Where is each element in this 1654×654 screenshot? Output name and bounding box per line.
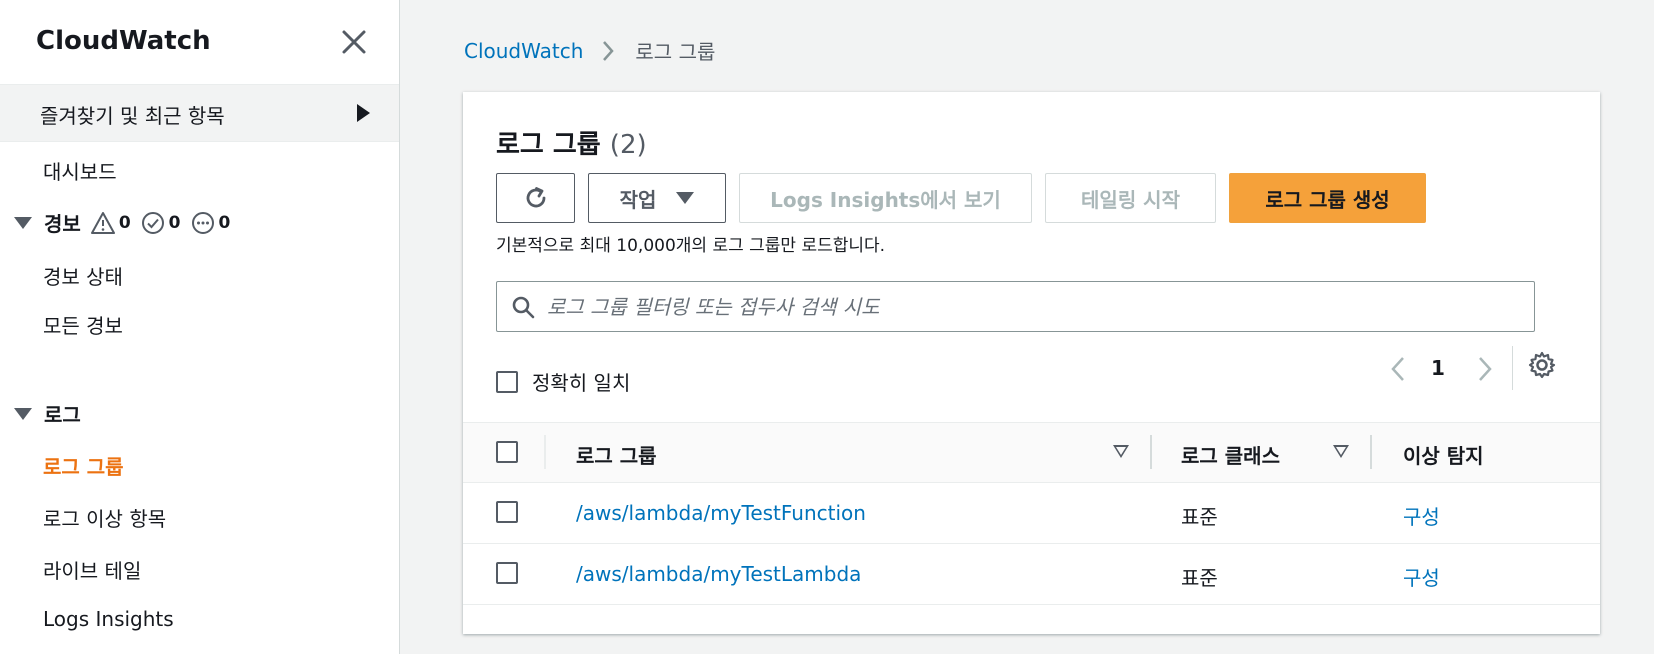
anomaly-configure-link[interactable]: 구성 — [1403, 501, 1440, 530]
table-row: /aws/lambda/myTestFunction 표준 구성 — [463, 483, 1600, 544]
view-in-logs-insights-button[interactable]: Logs Insights에서 보기 — [739, 173, 1032, 223]
alarm-in-alarm-count[interactable]: 0 — [90, 211, 131, 235]
breadcrumb-current: 로그 그룹 — [635, 40, 716, 64]
page-number[interactable]: 1 — [1431, 356, 1445, 380]
search-box — [496, 281, 1535, 332]
column-header-log-class[interactable]: 로그 클래스 — [1181, 440, 1280, 469]
select-all-checkbox[interactable] — [496, 441, 518, 463]
sidebar-item-logs-insights[interactable]: Logs Insights — [43, 607, 174, 631]
breadcrumb-cloudwatch[interactable]: CloudWatch — [464, 39, 583, 63]
column-header-anomaly[interactable]: 이상 탐지 — [1403, 440, 1484, 469]
sort-icon[interactable] — [1333, 445, 1349, 458]
sidebar-item-all-alarms[interactable]: 모든 경보 — [43, 310, 123, 339]
alarm-insufficient-count[interactable]: 0 — [191, 211, 231, 235]
search-icon — [512, 296, 535, 318]
sidebar-item-log-groups[interactable]: 로그 그룹 — [43, 451, 124, 480]
sidebar-item-live-tail[interactable]: 라이브 테일 — [43, 555, 141, 584]
gear-icon[interactable] — [1527, 350, 1557, 380]
sidebar-item-log-anomalies[interactable]: 로그 이상 항목 — [43, 503, 166, 532]
refresh-button[interactable] — [496, 173, 575, 223]
sidebar-section-logs[interactable]: 로그 — [14, 399, 81, 428]
sidebar-header: CloudWatch — [0, 0, 399, 85]
load-limit-hint: 기본적으로 최대 10,000개의 로그 그룹만 로드합니다. — [496, 236, 886, 256]
sidebar: CloudWatch 즐겨찾기 및 최근 항목 대시보드 경보 0 0 0 경보… — [0, 0, 400, 654]
log-group-count: (2) — [609, 130, 647, 160]
search-input[interactable] — [547, 294, 1507, 319]
sort-icon[interactable] — [1113, 445, 1129, 458]
start-tailing-button[interactable]: 테일링 시작 — [1045, 173, 1216, 223]
table-header: 로그 그룹 로그 클래스 이상 탐지 — [463, 422, 1600, 483]
favorites-label: 즐겨찾기 및 최근 항목 — [40, 104, 225, 128]
exact-match-label: 정확히 일치 — [532, 371, 631, 395]
ellipsis-circle-icon — [191, 211, 214, 234]
column-header-log-group[interactable]: 로그 그룹 — [576, 440, 657, 469]
logs-section-label: 로그 — [44, 403, 81, 427]
row-checkbox[interactable] — [496, 501, 518, 523]
previous-page-icon[interactable] — [1386, 354, 1410, 384]
caret-down-icon — [14, 407, 32, 420]
panel-title-text: 로그 그룹 — [496, 130, 601, 160]
page-title: 로그 그룹 (2) — [496, 124, 647, 161]
log-group-link[interactable]: /aws/lambda/myTestFunction — [576, 501, 866, 525]
anomaly-configure-link[interactable]: 구성 — [1403, 562, 1440, 591]
column-divider — [544, 435, 546, 469]
caret-right-icon — [357, 104, 370, 122]
next-page-icon[interactable] — [1473, 354, 1497, 384]
sidebar-item-alarm-status[interactable]: 경보 상태 — [43, 261, 123, 290]
ok-count: 0 — [168, 212, 181, 233]
row-checkbox[interactable] — [496, 562, 518, 584]
column-divider[interactable] — [1370, 435, 1372, 469]
log-groups-panel: 로그 그룹 (2) 작업 Logs Insights에서 보기 테일링 시작 로… — [463, 92, 1600, 634]
log-class-value: 표준 — [1181, 566, 1218, 590]
table-row: /aws/lambda/myTestLambda 표준 구성 — [463, 544, 1600, 605]
in-alarm-count: 0 — [118, 212, 131, 233]
pager-divider — [1512, 346, 1513, 390]
create-log-group-button[interactable]: 로그 그룹 생성 — [1229, 173, 1426, 223]
check-circle-icon — [141, 211, 164, 234]
refresh-icon — [526, 187, 545, 208]
favorites-recent-toggle[interactable]: 즐겨찾기 및 최근 항목 — [0, 85, 399, 142]
log-group-link[interactable]: /aws/lambda/myTestLambda — [576, 562, 861, 586]
sidebar-item-dashboard[interactable]: 대시보드 — [43, 156, 117, 185]
sidebar-title: CloudWatch — [36, 26, 211, 56]
column-divider[interactable] — [1150, 435, 1152, 469]
sidebar-section-alarms[interactable]: 경보 0 0 0 — [14, 208, 230, 237]
caret-down-icon — [676, 192, 695, 204]
breadcrumb: CloudWatch 로그 그룹 — [464, 36, 715, 65]
log-class-value: 표준 — [1181, 505, 1218, 529]
actions-label: 작업 — [619, 187, 657, 212]
actions-dropdown-button[interactable]: 작업 — [588, 173, 726, 223]
exact-match-check[interactable] — [496, 370, 518, 393]
caret-down-icon — [14, 216, 32, 229]
warning-icon — [90, 211, 115, 234]
chevron-right-icon — [603, 40, 615, 61]
alarms-section-label: 경보 — [44, 212, 81, 236]
insufficient-count: 0 — [218, 212, 231, 233]
exact-match-checkbox[interactable]: 정확히 일치 — [496, 367, 630, 396]
close-icon[interactable] — [338, 26, 370, 58]
alarm-ok-count[interactable]: 0 — [141, 211, 181, 235]
